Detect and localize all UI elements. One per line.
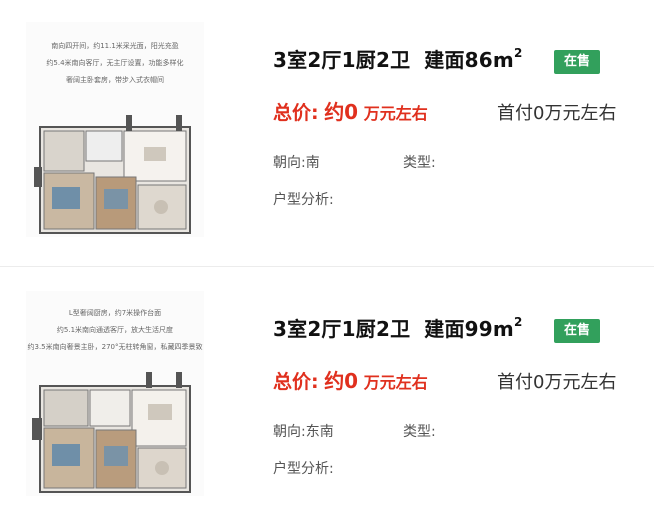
status-badge: 在售 (554, 50, 600, 74)
orientation-label: 朝向: (273, 155, 306, 171)
total-price: 总价: 约0 万元左右 (273, 96, 428, 125)
floorplan-note: 约5.1米南向通透客厅，放大生活尺度 (56, 326, 174, 334)
orientation-value: 东南 (305, 424, 334, 440)
analysis-label: 户型分析: (273, 461, 334, 477)
down-payment: 首付0万元左右 (497, 372, 617, 393)
type: 类型: (403, 152, 436, 172)
floorplan-note: 约3.5米南向奢景主卧，270°无柱转角窗，私藏四季景致 (27, 343, 203, 351)
price-value: 约0 (324, 369, 359, 393)
status-badge: 在售 (554, 319, 600, 343)
orientation: 朝向:南 (273, 152, 320, 172)
orientation-label: 朝向: (273, 424, 306, 440)
floorplan-note: L型奢阔厨房，约7米操作台面 (68, 309, 162, 317)
price-unit: 万元左右 (363, 104, 428, 123)
floorplan-drawing (32, 372, 191, 493)
layout-title[interactable]: 3室2厅1厨2卫 建面99m2 (273, 313, 523, 342)
down-payment: 首付0万元左右 (497, 103, 617, 124)
price-unit: 万元左右 (363, 373, 428, 392)
divider (0, 266, 654, 267)
orientation-value: 南 (305, 155, 320, 171)
type-label: 类型: (403, 424, 436, 440)
type: 类型: (403, 421, 436, 441)
room-config: 3室2厅1厨2卫 (273, 48, 411, 72)
room-config: 3室2厅1厨2卫 (273, 317, 411, 341)
layout-title[interactable]: 3室2厅1厨2卫 建面86m2 (273, 44, 523, 73)
floorplan-note: 南向四开间，约11.1米采光面，阳光充盈 (51, 42, 179, 50)
layout-analysis: 户型分析: (273, 458, 334, 478)
orientation: 朝向:东南 (273, 421, 334, 441)
area-unit-sup: 2 (513, 46, 523, 61)
type-label: 类型: (403, 155, 436, 171)
price-label: 总价: (273, 102, 319, 124)
total-price: 总价: 约0 万元左右 (273, 365, 428, 394)
floorplan-image[interactable]: 南向四开间，约11.1米采光面，阳光充盈 约5.4米南向客厅，无主厅设置，功能多… (26, 22, 204, 237)
floorplan-note: 奢阔主卧套房，带步入式衣帽间 (66, 76, 164, 84)
price-value: 约0 (324, 100, 359, 124)
floorplan-drawing (34, 115, 191, 234)
listing-card[interactable]: 南向四开间，约11.1米采光面，阳光充盈 约5.4米南向客厅，无主厅设置，功能多… (0, 0, 654, 258)
layout-analysis: 户型分析: (273, 189, 334, 209)
floorplan-note: 约5.4米南向客厅，无主厅设置，功能多样化 (46, 59, 184, 67)
area-unit-sup: 2 (513, 315, 523, 330)
building-area: 建面99m (424, 317, 514, 341)
floorplan-image[interactable]: L型奢阔厨房，约7米操作台面 约5.1米南向通透客厅，放大生活尺度 约3.5米南… (26, 291, 204, 496)
price-label: 总价: (273, 371, 319, 393)
building-area: 建面86m (424, 48, 514, 72)
analysis-label: 户型分析: (273, 192, 334, 208)
listing-card[interactable]: L型奢阔厨房，约7米操作台面 约5.1米南向通透客厅，放大生活尺度 约3.5米南… (0, 269, 654, 527)
